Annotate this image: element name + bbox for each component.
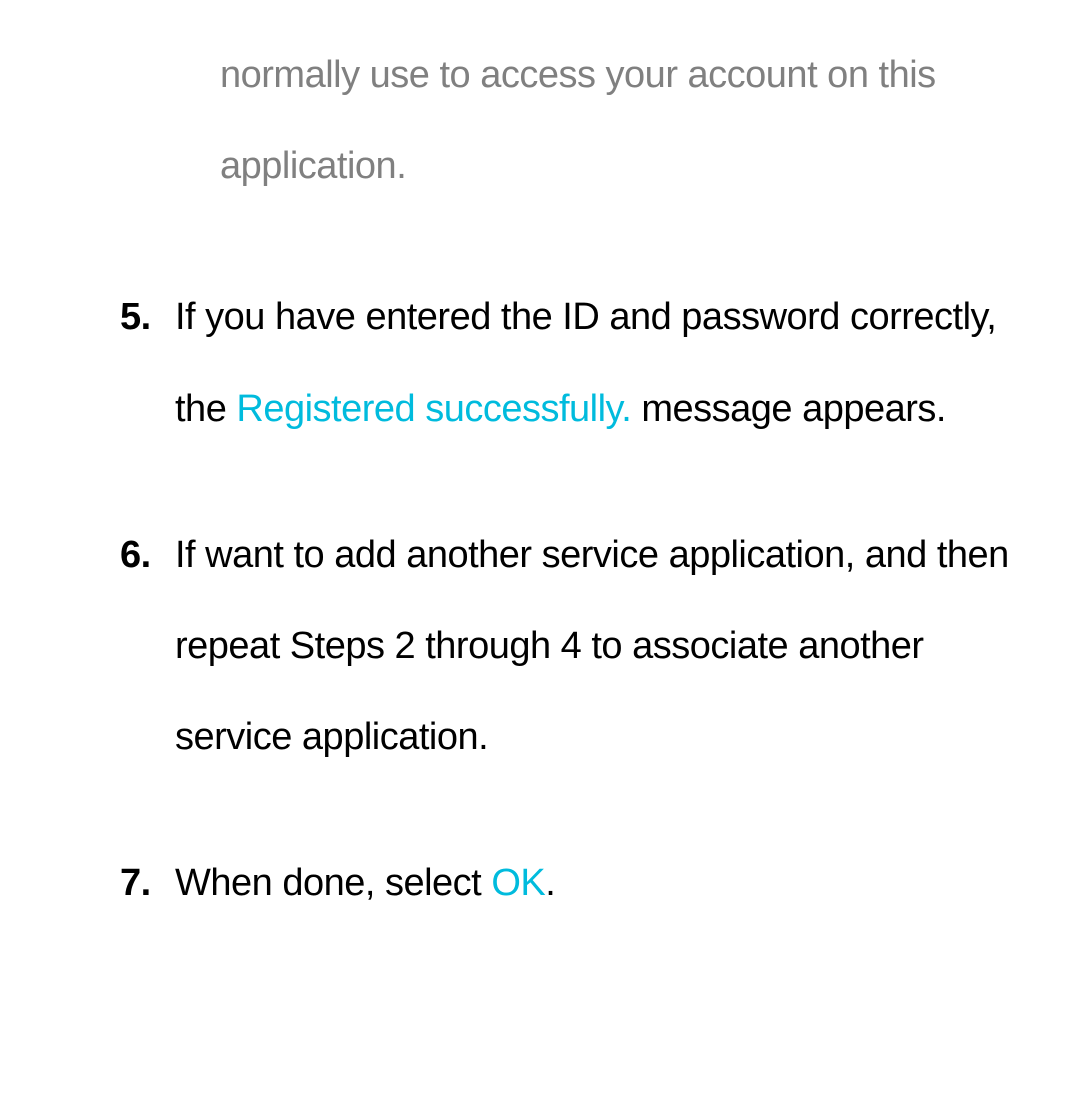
note-text: normally use to access your account on t… (220, 54, 936, 187)
list-item-5: 5. If you have entered the ID and passwo… (120, 272, 1010, 454)
list-number-7: 7. (120, 838, 175, 929)
list-content-7: When done, select OK. (175, 838, 1010, 929)
note-block: normally use to access your account on t… (220, 30, 990, 212)
list-number-5: 5. (120, 272, 175, 454)
list-content-5: If you have entered the ID and password … (175, 272, 1010, 454)
list-item-6: 6. If want to add another service applic… (120, 510, 1010, 784)
text-before-7: When done, select (175, 862, 491, 904)
text-after-5: message appears. (631, 388, 946, 430)
text-before-6: If want to add another service applicati… (175, 534, 1009, 758)
list-content-6: If want to add another service applicati… (175, 510, 1010, 784)
highlighted-7: OK (491, 862, 545, 904)
list-number-6: 6. (120, 510, 175, 784)
highlighted-5: Registered successfully. (236, 388, 631, 430)
list-item-7: 7. When done, select OK. (120, 838, 1010, 929)
text-after-7: . (545, 862, 555, 904)
